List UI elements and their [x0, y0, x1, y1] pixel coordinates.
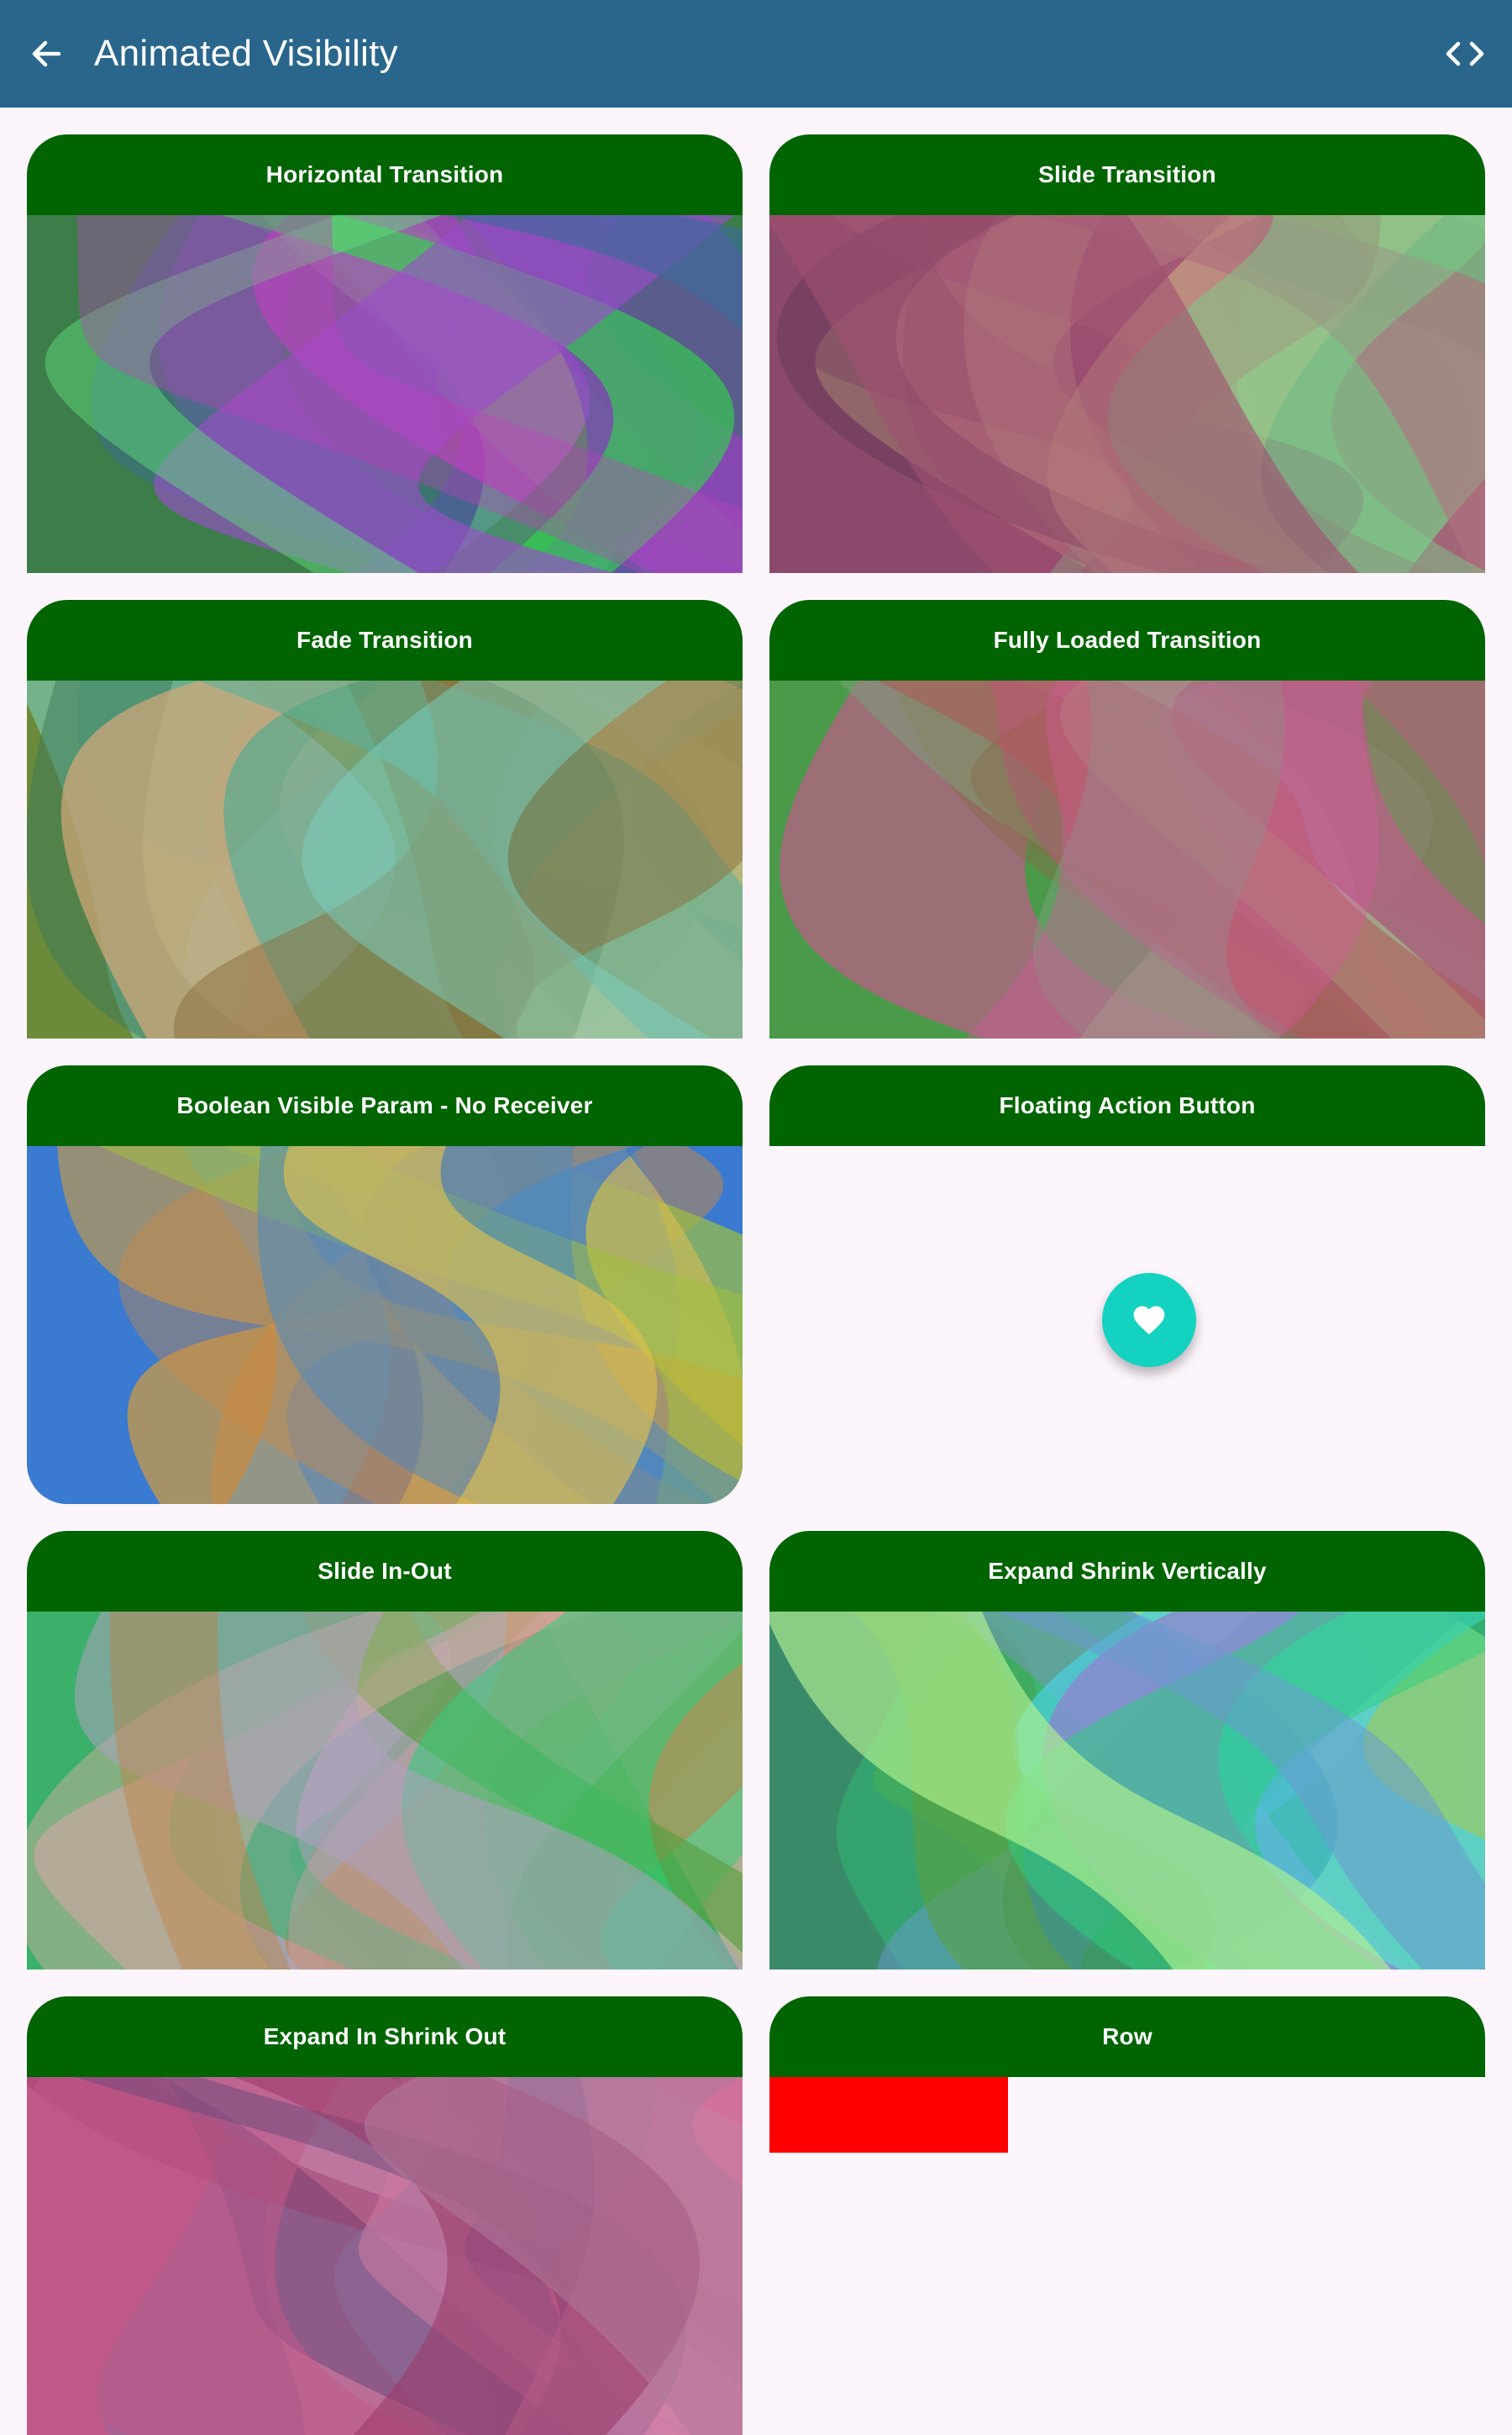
- arrow-back-icon[interactable]: [25, 30, 69, 77]
- animated-image: [27, 2077, 743, 2435]
- card-expand-in-shrink-out[interactable]: Expand In Shrink Out: [27, 1996, 743, 2435]
- top-app-bar: Animated Visibility: [0, 0, 1512, 108]
- row-area: [769, 2077, 1485, 2435]
- animated-image: [769, 1612, 1485, 1970]
- card-slide-in-out[interactable]: Slide In-Out: [27, 1531, 743, 1970]
- page-title: Animated Visibility: [94, 33, 398, 74]
- card-expand-shrink-vertically[interactable]: Expand Shrink Vertically: [769, 1531, 1485, 1970]
- card-title: Slide In-Out: [27, 1531, 743, 1612]
- card-title: Slide Transition: [769, 134, 1485, 215]
- card-boolean-visible-param[interactable]: Boolean Visible Param - No Receiver: [27, 1065, 743, 1504]
- animated-image: [27, 1612, 743, 1970]
- animated-image: [27, 1146, 743, 1504]
- card-title: Fully Loaded Transition: [769, 600, 1485, 681]
- code-icon[interactable]: [1443, 30, 1487, 77]
- heart-icon: [1133, 1306, 1165, 1335]
- card-row[interactable]: Row: [769, 1996, 1485, 2435]
- card-title: Horizontal Transition: [27, 134, 743, 215]
- animated-image: [769, 681, 1485, 1039]
- favorite-fab-button[interactable]: [1102, 1273, 1196, 1367]
- card-title: Boolean Visible Param - No Receiver: [27, 1065, 743, 1146]
- fab-area: [769, 1146, 1485, 1504]
- row-red-box: [769, 2077, 1008, 2153]
- card-title: Row: [769, 1996, 1485, 2077]
- animated-image: [769, 215, 1485, 573]
- card-title: Floating Action Button: [769, 1065, 1485, 1146]
- card-horizontal-transition[interactable]: Horizontal Transition: [27, 134, 743, 573]
- card-title: Expand In Shrink Out: [27, 1996, 743, 2077]
- animated-image: [27, 681, 743, 1039]
- card-fade-transition[interactable]: Fade Transition: [27, 600, 743, 1039]
- card-title: Fade Transition: [27, 600, 743, 681]
- card-floating-action-button[interactable]: Floating Action Button: [769, 1065, 1485, 1504]
- card-title: Expand Shrink Vertically: [769, 1531, 1485, 1612]
- card-slide-transition[interactable]: Slide Transition: [769, 134, 1485, 573]
- animated-image: [27, 215, 743, 573]
- card-fully-loaded-transition[interactable]: Fully Loaded Transition: [769, 600, 1485, 1039]
